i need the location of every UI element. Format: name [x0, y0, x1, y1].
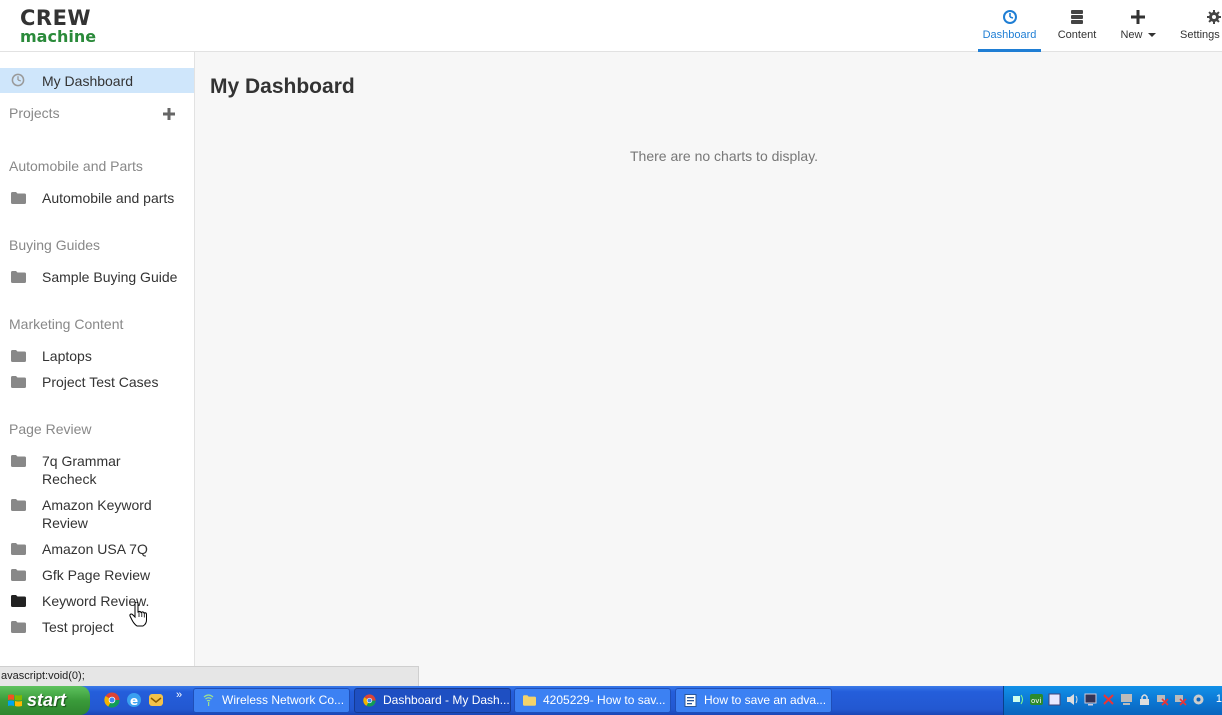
nav-new-label-wrap: New: [1112, 29, 1164, 41]
app-tray-icon[interactable]: [1048, 693, 1061, 706]
start-label: start: [27, 690, 67, 710]
ovi-icon[interactable]: ovi: [1030, 693, 1043, 706]
folder-icon: [11, 455, 26, 467]
sidebar-item-amazon-keyword-review[interactable]: Amazon Keyword Review: [0, 495, 194, 533]
sidebar-item-label: Test project: [42, 619, 114, 635]
section-title-buying-guides: Buying Guides: [9, 237, 101, 253]
sidebar-item-label: Automobile and parts: [42, 190, 175, 206]
wireless-network-icon: [203, 694, 214, 706]
task-how-to-save[interactable]: How to save an adva...: [675, 688, 832, 713]
sidebar-item-7q-grammar-recheck[interactable]: 7q Grammar Recheck: [0, 451, 194, 489]
logo-line-2: machine: [20, 27, 97, 46]
chevron-down-icon: [1147, 33, 1156, 38]
document-icon: [684, 694, 697, 707]
security-alert-icon[interactable]: [1102, 693, 1115, 706]
task-label: How to save an adva...: [704, 693, 827, 707]
nav-content[interactable]: Content: [1048, 0, 1106, 52]
nav-dashboard[interactable]: Dashboard: [978, 0, 1041, 52]
chrome-icon[interactable]: [104, 692, 120, 708]
sidebar-item-label: Sample Buying Guide: [42, 269, 178, 285]
empty-state-message: There are no charts to display.: [630, 148, 819, 164]
network-disconnected-icon[interactable]: [1156, 693, 1169, 706]
nav-settings[interactable]: Settings: [1180, 0, 1222, 52]
clock: 1: [1215, 693, 1222, 705]
folder-icon: [11, 569, 26, 581]
task-label: Wireless Network Co...: [222, 693, 345, 707]
content-icon: [1071, 10, 1083, 24]
projects-header: Projects: [9, 105, 60, 121]
sidebar-item-label: Amazon Keyword Review: [42, 497, 152, 531]
page-title: My Dashboard: [210, 75, 355, 98]
task-label: Dashboard - My Dash...: [383, 693, 510, 707]
folder-icon: [11, 376, 26, 388]
nav-new-label: New: [1120, 29, 1143, 41]
quick-launch-more-icon[interactable]: »: [176, 689, 182, 701]
chrome-icon: [363, 694, 376, 707]
windows-logo-icon: [8, 694, 22, 707]
sidebar-item-amazon-usa-7q[interactable]: Amazon USA 7Q: [0, 539, 194, 559]
folder-icon: [11, 543, 26, 555]
nav-new[interactable]: New: [1112, 0, 1164, 52]
sidebar: My Dashboard Projects Automobile and Par…: [0, 52, 195, 666]
nav-settings-label: Settings: [1180, 29, 1220, 41]
sidebar-item-sample-buying-guide[interactable]: Sample Buying Guide: [0, 267, 194, 287]
folder-icon: [11, 192, 26, 204]
lock-icon[interactable]: [1138, 693, 1151, 706]
sidebar-item-label: Project Test Cases: [42, 374, 159, 390]
sidebar-item-gfk-page-review[interactable]: Gfk Page Review: [0, 565, 194, 585]
nav-dashboard-label: Dashboard: [982, 29, 1037, 41]
folder-icon: [11, 499, 26, 511]
folder-icon: [11, 350, 26, 362]
windows-taskbar: start e » Wireless Network Co... Dashboa…: [0, 686, 1222, 715]
system-tray: ovi 1: [1003, 686, 1222, 715]
hand-cursor-icon: [129, 602, 147, 627]
mail-icon[interactable]: [148, 692, 164, 708]
sidebar-item-test-project[interactable]: Test project: [0, 617, 194, 637]
dashboard-icon: [11, 73, 25, 87]
nav-content-label: Content: [1057, 29, 1097, 41]
sidebar-item-label: 7q Grammar Recheck: [42, 453, 121, 487]
sidebar-item-my-dashboard[interactable]: My Dashboard: [0, 68, 194, 93]
add-project-button[interactable]: [162, 107, 176, 121]
crew-machine-logo[interactable]: CREW machine: [20, 6, 97, 46]
network-computer-icon[interactable]: [1120, 693, 1133, 706]
svg-text:e: e: [130, 694, 138, 708]
gear-icon: [1207, 10, 1221, 24]
sidebar-item-laptops[interactable]: Laptops: [0, 346, 194, 366]
monitor-icon[interactable]: [1084, 693, 1097, 706]
svg-text:ovi: ovi: [1031, 697, 1041, 705]
dashboard-icon: [1002, 10, 1017, 24]
folder-icon: [523, 695, 536, 706]
folder-icon: [11, 271, 26, 283]
task-wireless-network[interactable]: Wireless Network Co...: [193, 688, 350, 713]
browser-status-bar: avascript:void(0);: [0, 666, 419, 686]
task-label: 4205229- How to sav...: [543, 693, 666, 707]
sidebar-item-keyword-review[interactable]: Keyword Review.: [0, 591, 194, 611]
sidebar-item-automobile-and-parts[interactable]: Automobile and parts: [0, 188, 194, 208]
tools-icon[interactable]: [1192, 693, 1205, 706]
sidebar-item-label: Amazon USA 7Q: [42, 541, 148, 557]
top-header: CREW machine Dashboard Content New Setti…: [0, 0, 1222, 52]
sidebar-item-project-test-cases[interactable]: Project Test Cases: [0, 372, 194, 392]
folder-icon: [11, 595, 26, 607]
task-folder-4205229[interactable]: 4205229- How to sav...: [514, 688, 671, 713]
sidebar-item-label: Gfk Page Review: [42, 567, 151, 583]
task-dashboard[interactable]: Dashboard - My Dash...: [354, 688, 511, 713]
network-disconnected-icon-2[interactable]: [1174, 693, 1187, 706]
internet-explorer-icon[interactable]: e: [126, 692, 142, 708]
section-title-automobile-and-parts: Automobile and Parts: [9, 158, 143, 174]
folder-icon: [11, 621, 26, 633]
speaker-icon[interactable]: [1066, 693, 1079, 706]
section-title-marketing-content: Marketing Content: [9, 316, 124, 332]
section-title-page-review: Page Review: [9, 421, 92, 437]
plus-icon: [1131, 10, 1145, 24]
network-icon[interactable]: [1012, 693, 1025, 706]
logo-line-1: CREW: [20, 6, 92, 30]
start-button[interactable]: start: [0, 686, 90, 715]
sidebar-item-label: Laptops: [42, 348, 92, 364]
sidebar-item-label: My Dashboard: [42, 73, 134, 89]
